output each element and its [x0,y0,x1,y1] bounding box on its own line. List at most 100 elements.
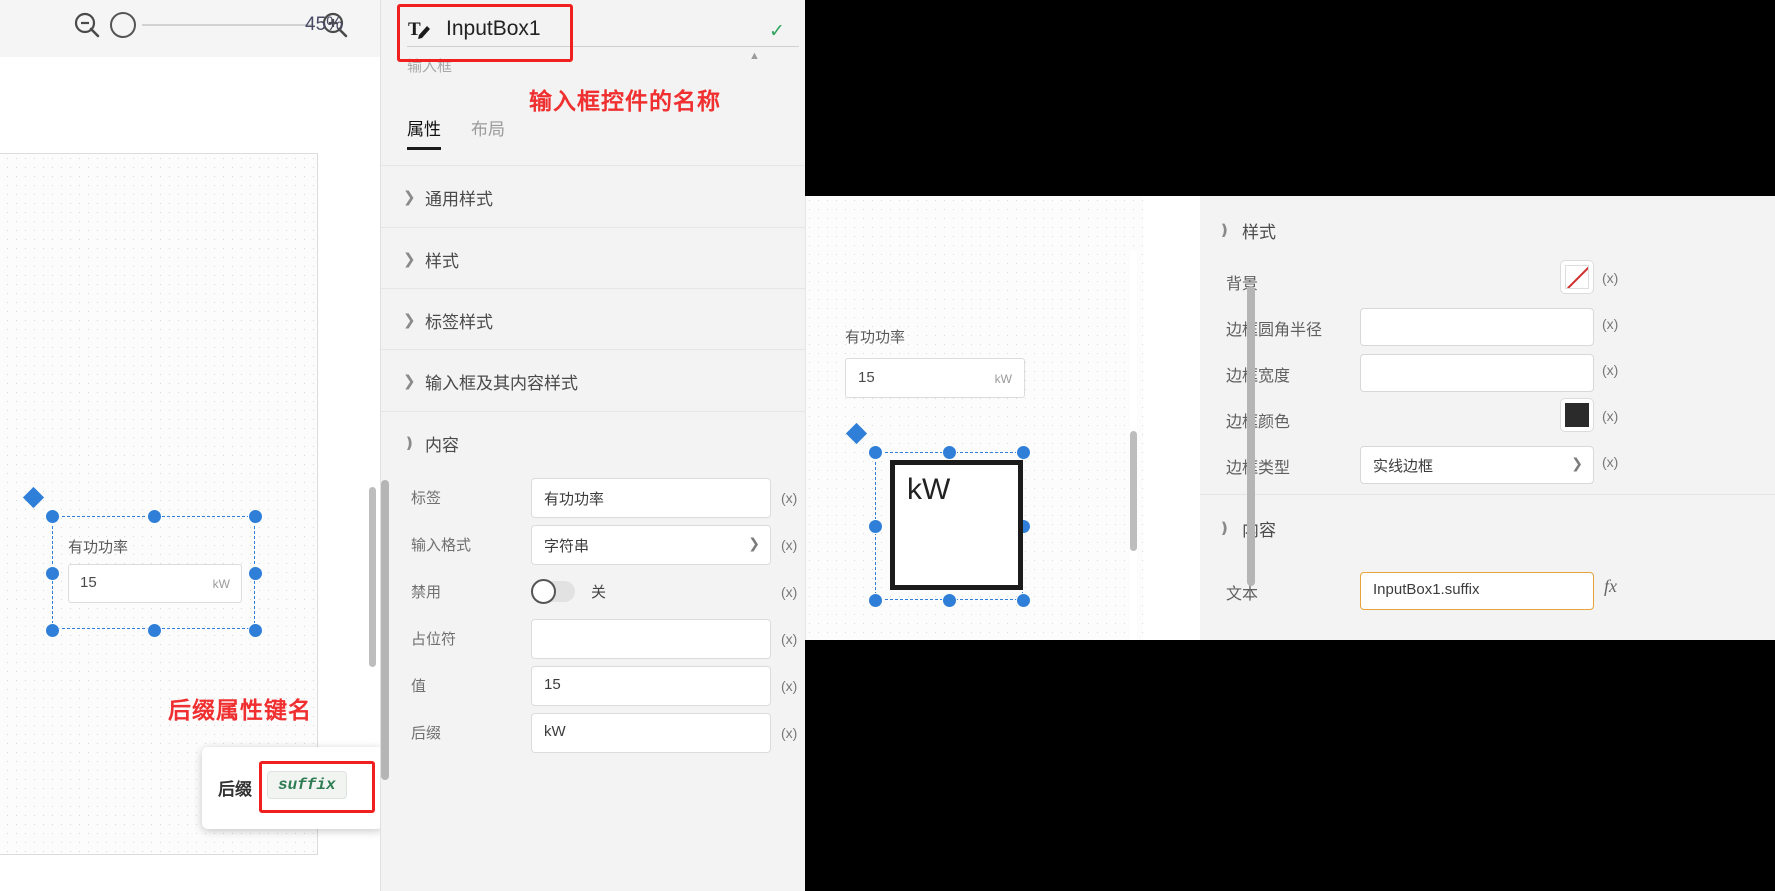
color-chip-icon [1565,403,1589,427]
placeholder-input[interactable] [531,618,771,659]
tab-properties[interactable]: 属性 [407,115,441,150]
chevron-up-icon[interactable]: ▲ [749,50,760,62]
border-color-swatch[interactable] [1560,398,1594,432]
expression-button[interactable]: (x) [781,490,797,506]
panel-scrollbar-right[interactable] [1247,286,1255,586]
widget-input[interactable]: 15 kW [68,564,242,603]
field-value: 有功功率 [544,490,605,508]
panel-gutter [1143,196,1200,640]
expression-button[interactable]: (x) [781,725,797,741]
field-row-border-color: 边框颜色 (x) [1200,396,1775,442]
section-content-right[interactable]: ❫ 内容 [1200,508,1775,548]
check-icon[interactable]: ✓ [769,20,785,43]
chevron-down-icon: ❯ [1571,455,1583,471]
expression-button[interactable]: (x) [1602,270,1618,286]
resize-handle-ne[interactable] [248,509,263,524]
suffix-tooltip-card: 后缀 suffix [202,747,383,829]
resize-handle-e[interactable] [248,566,263,581]
resize-handle-ne[interactable] [1016,445,1031,460]
resize-handle-s[interactable] [942,593,957,608]
resize-handle-se[interactable] [248,623,263,638]
design-canvas-left[interactable]: 有功功率 15 kW 后缀属性键名 后缀 suffix [0,57,383,891]
widget-input-suffix: kW [994,372,1012,386]
field-label: 边框圆角半径 [1226,322,1323,339]
section-label: 标签样式 [425,312,493,332]
resize-handle-n[interactable] [147,509,162,524]
field-label: 值 [411,678,427,695]
resize-handle-s[interactable] [147,623,162,638]
expression-button[interactable]: (x) [781,631,797,647]
widget-label: 有功功率 [68,539,129,556]
scrollbar-thumb[interactable] [1130,431,1137,551]
selected-suffix-element[interactable]: kW [845,422,1031,608]
no-color-icon [1565,265,1589,289]
toggle-state-label: 关 [591,584,607,601]
field-label: 标签 [411,490,442,507]
suffix-input[interactable]: kW [531,712,771,753]
zoom-slider-handle[interactable] [110,12,136,38]
section-style[interactable]: ❯ 样式 [381,227,805,290]
border-type-select[interactable]: 实线边框 ❯ [1360,446,1594,484]
label-input[interactable]: 有功功率 [531,477,771,518]
expression-button[interactable]: (x) [1602,408,1618,424]
zoom-out-icon[interactable] [70,8,104,42]
input-format-select[interactable]: 字符串 ❯ [531,524,771,565]
background-color-swatch[interactable] [1560,260,1594,294]
widget-input-suffix: kW [212,577,230,591]
resize-handle-sw[interactable] [868,593,883,608]
zoom-level-value: 45% [305,14,344,35]
properties-panel-right: ❫ 样式 背景 (x) 边框圆角半径 (x) 边框宽度 (x) 边框颜色 (x)… [1200,196,1775,640]
section-general-style[interactable]: ❯ 通用样式 [381,165,805,228]
disabled-toggle[interactable] [531,579,575,604]
canvas-scrollbar[interactable] [369,487,376,667]
border-width-input[interactable] [1360,354,1594,392]
field-row-border-type: 边框类型 实线边框 ❯ (x) [1200,442,1775,488]
section-divider [1200,494,1775,495]
section-content[interactable]: ❫ 内容 [381,411,805,474]
expression-button[interactable]: (x) [781,678,797,694]
field-row-placeholder: 占位符 (x) [381,615,805,662]
widget-input-right[interactable]: 15 kW [845,358,1025,398]
canvas-scrollbar-right[interactable] [1130,251,1137,640]
expression-button[interactable]: (x) [1602,362,1618,378]
text-expression-input[interactable]: InputBox1.suffix [1360,572,1594,610]
chevron-right-icon: ❯ [403,312,416,329]
resize-handle-w[interactable] [868,519,883,534]
chevron-down-icon: ❯ [748,534,760,551]
design-canvas-right[interactable]: 有功功率 15 kW kW [805,196,1143,640]
field-row-border-width: 边框宽度 (x) [1200,350,1775,396]
value-input[interactable]: 15 [531,665,771,706]
resize-handle-n[interactable] [942,445,957,460]
zoom-slider-track[interactable] [142,24,312,26]
section-label: 输入框及其内容样式 [425,373,578,393]
expression-button[interactable]: (x) [781,584,797,600]
selected-widget-left[interactable]: 有功功率 15 kW [22,486,263,638]
resize-handle-se[interactable] [1016,593,1031,608]
field-value: InputBox1.suffix [1373,581,1480,598]
suffix-text-value: kW [907,473,951,506]
expression-button[interactable]: (x) [1602,454,1618,470]
section-style-right[interactable]: ❫ 样式 [1200,210,1775,250]
expression-button[interactable]: (x) [1602,316,1618,332]
panel-scrollbar[interactable] [381,480,389,780]
rotate-handle-icon[interactable] [845,422,868,445]
field-value: 15 [544,675,561,693]
section-input-content-style[interactable]: ❯ 输入框及其内容样式 [381,349,805,412]
chevron-right-icon: ❯ [403,251,416,268]
expression-button[interactable]: (x) [781,537,797,553]
resize-handle-sw[interactable] [45,623,60,638]
field-label: 禁用 [411,584,442,601]
field-row-label: 标签 有功功率 (x) [381,474,805,521]
section-label: 通用样式 [425,189,493,209]
tab-layout[interactable]: 布局 [471,115,505,150]
fx-button[interactable]: fx [1604,576,1617,597]
screenshot-root: 45% 有功功率 15 kW 后缀属性键名 后缀 suffix T InputB… [0,0,1775,891]
border-radius-input[interactable] [1360,308,1594,346]
resize-handle-nw[interactable] [868,445,883,460]
annotation-widget-name: 输入框控件的名称 [529,88,721,114]
zoom-toolbar: 45% [0,0,380,58]
section-label-style[interactable]: ❯ 标签样式 [381,288,805,351]
resize-handle-w[interactable] [45,566,60,581]
properties-panel-right-wrap: ❫ 样式 背景 (x) 边框圆角半径 (x) 边框宽度 (x) 边框颜色 (x)… [1143,196,1775,640]
resize-handle-nw[interactable] [45,509,60,524]
